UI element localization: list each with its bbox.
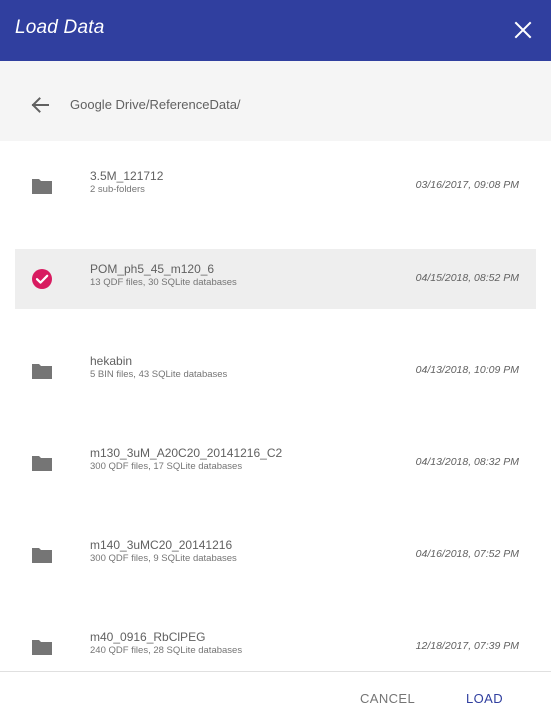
item-date: 04/13/2018, 10:09 PM bbox=[415, 364, 519, 376]
item-date: 04/16/2018, 07:52 PM bbox=[415, 548, 519, 560]
item-detail: 5 BIN files, 43 SQLite databases bbox=[90, 369, 228, 380]
list-item[interactable]: 3.5M_121712 2 sub-folders 03/16/2017, 09… bbox=[15, 156, 536, 216]
cancel-button[interactable]: CANCEL bbox=[360, 691, 415, 706]
item-detail: 2 sub-folders bbox=[90, 184, 145, 195]
arrow-left-icon bbox=[31, 97, 49, 113]
item-detail: 240 QDF files, 28 SQLite databases bbox=[90, 645, 243, 656]
folder-icon bbox=[32, 364, 52, 379]
path-bar: Google Drive/ReferenceData/ bbox=[0, 61, 551, 141]
item-date: 12/18/2017, 07:39 PM bbox=[415, 640, 519, 652]
list-item-selected[interactable]: POM_ph5_45_m120_6 13 QDF files, 30 SQLit… bbox=[15, 249, 536, 309]
folder-icon bbox=[32, 456, 52, 471]
item-detail: 300 QDF files, 9 SQLite databases bbox=[90, 553, 237, 564]
check-circle-icon bbox=[32, 269, 52, 289]
load-data-dialog: Load Data Google Drive/ReferenceData/ 3.… bbox=[0, 0, 551, 723]
dialog-footer: CANCEL LOAD bbox=[0, 671, 551, 723]
item-detail: 13 QDF files, 30 SQLite databases bbox=[90, 277, 237, 288]
list-item[interactable]: m130_3uM_A20C20_20141216_C2 300 QDF file… bbox=[15, 433, 536, 493]
item-detail: 300 QDF files, 17 SQLite databases bbox=[90, 461, 243, 472]
item-name: hekabin bbox=[90, 354, 133, 368]
folder-icon bbox=[32, 548, 52, 563]
dialog-header: Load Data bbox=[0, 0, 551, 61]
list-item[interactable]: m40_0916_RbClPEG 240 QDF files, 28 SQLit… bbox=[15, 617, 536, 671]
back-button[interactable] bbox=[30, 95, 50, 115]
item-date: 04/15/2018, 08:52 PM bbox=[415, 272, 519, 284]
load-button[interactable]: LOAD bbox=[466, 691, 503, 706]
list-item[interactable]: hekabin 5 BIN files, 43 SQLite databases… bbox=[15, 341, 536, 401]
list-item[interactable]: m140_3uMC20_20141216 300 QDF files, 9 SQ… bbox=[15, 525, 536, 585]
item-date: 03/16/2017, 09:08 PM bbox=[415, 179, 519, 191]
folder-icon bbox=[32, 640, 52, 655]
breadcrumb-path: Google Drive/ReferenceData/ bbox=[70, 97, 241, 112]
item-name: POM_ph5_45_m120_6 bbox=[90, 262, 215, 276]
item-name: m40_0916_RbClPEG bbox=[90, 630, 206, 644]
item-name: m130_3uM_A20C20_20141216_C2 bbox=[90, 446, 283, 460]
close-button[interactable] bbox=[513, 20, 533, 40]
item-name: m140_3uMC20_20141216 bbox=[90, 538, 233, 552]
item-name: 3.5M_121712 bbox=[90, 169, 164, 183]
folder-icon bbox=[32, 179, 52, 194]
item-date: 04/13/2018, 08:32 PM bbox=[415, 456, 519, 468]
dialog-title: Load Data bbox=[15, 17, 105, 38]
file-list: 3.5M_121712 2 sub-folders 03/16/2017, 09… bbox=[0, 141, 551, 671]
close-icon bbox=[514, 21, 532, 39]
